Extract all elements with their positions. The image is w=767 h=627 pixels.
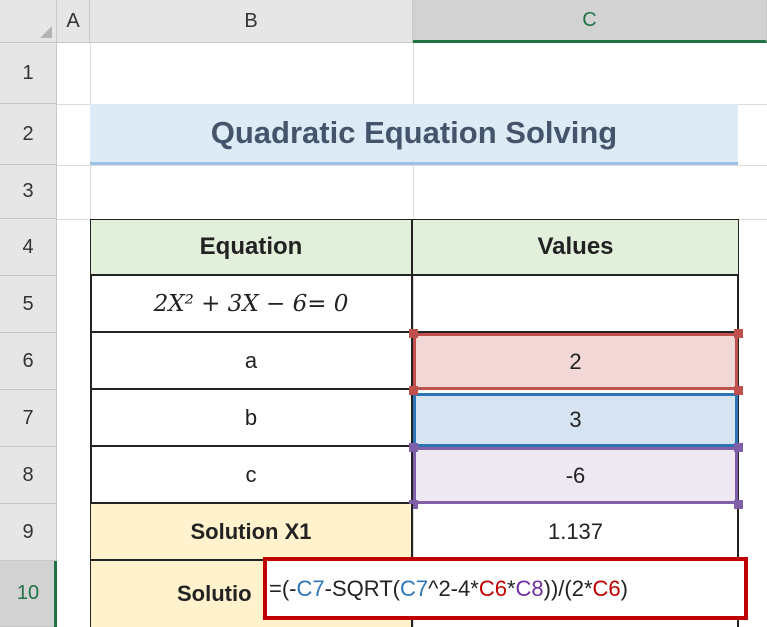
column-header-b[interactable]: B [90,0,413,43]
column-header-a[interactable]: A [57,0,90,43]
range-handle[interactable] [409,386,418,395]
formula-ref-c8: C8 [515,575,544,601]
range-handle[interactable] [734,329,743,338]
a-value-cell[interactable]: 2 [413,333,738,390]
row-header-6[interactable]: 6 [0,333,57,390]
b-label-cell[interactable]: b [91,390,413,447]
row-header-2[interactable]: 2 [0,104,57,165]
formula-ref-c6: C6 [592,575,621,601]
formula-part: ^2-4* [428,575,479,601]
values-empty-cell[interactable] [413,276,738,333]
formula-part: /(2* [558,575,593,601]
equation-cell[interactable]: 2X² + 3X − 6= 0 [91,276,413,333]
row-header-1[interactable]: 1 [0,43,57,104]
range-handle[interactable] [734,386,743,395]
row-header-10[interactable]: 10 [0,561,57,627]
formula-part: * [506,575,516,601]
column-header-c[interactable]: C [413,0,767,43]
formula-part: )) [543,575,559,601]
formula-text: =(- C7 -SQRT( C7 ^2-4* C6 * C8 )) /(2* C… [269,576,628,602]
page-title: Quadratic Equation Solving [210,115,618,150]
formula-part: -SQRT( [324,575,400,601]
c-label-cell[interactable]: c [91,447,413,504]
formula-part: ) [620,575,628,601]
active-row-indicator [54,561,57,627]
solution-x1-value-cell[interactable]: 1.137 [413,504,738,561]
title-banner[interactable]: Quadratic Equation Solving [90,104,738,165]
row-header-5[interactable]: 5 [0,276,57,333]
formula-part: =(- [269,575,297,601]
select-all-corner[interactable] [0,0,57,43]
row-header-4[interactable]: 4 [0,219,57,276]
values-header-cell[interactable]: Values [413,220,738,276]
equation-text: 2X² + 3X − 6= 0 [153,290,349,317]
row-header-9[interactable]: 9 [0,504,57,561]
row-header-3[interactable]: 3 [0,165,57,219]
range-handle[interactable] [734,443,743,452]
solution-x1-label-cell[interactable]: Solution X1 [91,504,413,561]
equation-header-cell[interactable]: Equation [91,220,413,276]
b-value-cell[interactable]: 3 [413,393,738,447]
range-handle[interactable] [409,329,418,338]
formula-edit-box[interactable]: =(- C7 -SQRT( C7 ^2-4* C6 * C8 )) /(2* C… [263,557,748,620]
formula-ref-c7: C7 [296,575,325,601]
row-header-7[interactable]: 7 [0,390,57,447]
formula-ref-c6: C6 [478,575,507,601]
a-label-cell[interactable]: a [91,333,413,390]
select-all-triangle-icon [40,26,52,38]
range-handle[interactable] [409,443,418,452]
formula-ref-c7: C7 [400,575,429,601]
c-value-cell[interactable]: -6 [413,447,738,504]
row-header-8[interactable]: 8 [0,447,57,504]
